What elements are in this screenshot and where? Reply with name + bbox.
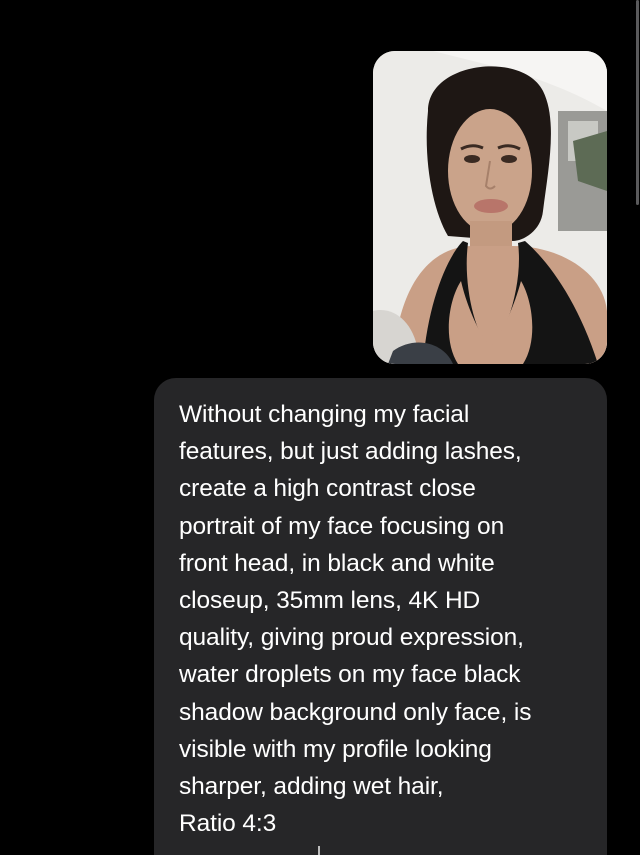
message-line: features, but just adding lashes, [179, 438, 522, 466]
message-line: closeup, 35mm lens, 4K HD [179, 587, 481, 615]
message-line: shadow background only face, is [179, 698, 532, 726]
scroll-indicator[interactable] [636, 0, 639, 205]
message-text: Without changing my facial features, but … [179, 396, 585, 842]
cursor-mark [318, 846, 320, 855]
selfie-photo-icon [373, 51, 607, 364]
message-line: water droplets on my face black [179, 661, 521, 689]
message-line: Ratio 4:3 [179, 810, 277, 838]
message-line: portrait of my face focusing on [179, 512, 505, 540]
message-thread[interactable]: Without changing my facial features, but … [0, 0, 640, 855]
text-message-bubble[interactable]: Without changing my facial features, but … [154, 378, 607, 855]
message-line: Without changing my facial [179, 401, 470, 428]
message-line: sharper, adding wet hair, [179, 773, 444, 801]
message-line: visible with my profile looking [179, 735, 492, 763]
photo-message-bubble[interactable] [373, 51, 607, 364]
message-line: front head, in black and white [179, 549, 495, 577]
message-line: create a high contrast close [179, 475, 476, 503]
message-line: quality, giving proud expression, [179, 624, 524, 652]
